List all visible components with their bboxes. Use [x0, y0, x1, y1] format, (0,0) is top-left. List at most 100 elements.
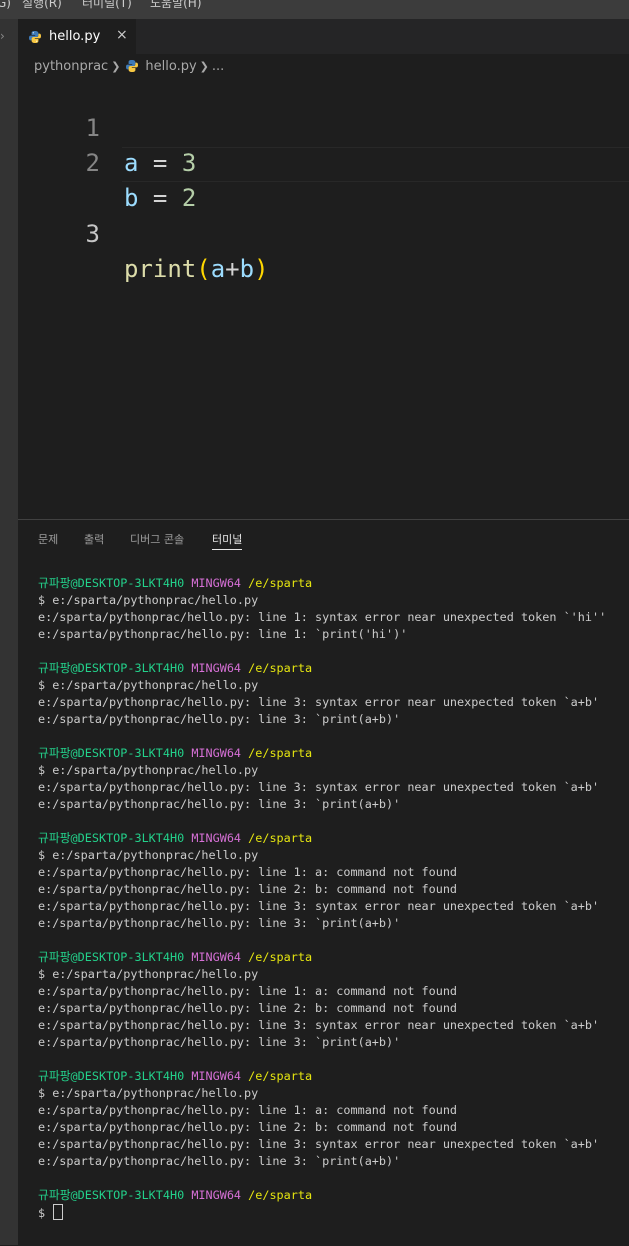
- prompt-user: 규파팡@DESKTOP-3LKT4H0: [38, 1188, 185, 1202]
- prompt-system: MINGW64: [191, 661, 242, 675]
- menu-item-go[interactable]: G): [0, 0, 11, 9]
- terminal-command: $ e:/sparta/pythonprac/hello.py: [38, 593, 259, 607]
- prompt-path: /e/sparta: [248, 746, 313, 760]
- code-line-2[interactable]: 2 b = 2: [18, 111, 629, 212]
- python-icon: [126, 60, 139, 72]
- breadcrumb: pythonprac ❯ hello.py ❯ ...: [34, 56, 224, 76]
- terminal-output-line: e:/sparta/pythonprac/hello.py: line 3: s…: [38, 899, 600, 913]
- breadcrumb-file[interactable]: hello.py: [145, 59, 196, 74]
- terminal-output-line: e:/sparta/pythonprac/hello.py: line 1: s…: [38, 610, 607, 624]
- code-token-num: 2: [181, 184, 197, 212]
- prompt-path: /e/sparta: [248, 576, 313, 590]
- terminal-output-line: e:/sparta/pythonprac/hello.py: line 1: `…: [38, 627, 408, 641]
- tab-hello-py[interactable]: hello.py ×: [18, 19, 136, 54]
- menu-item-help[interactable]: 도움말(H): [150, 0, 202, 9]
- prompt-system: MINGW64: [191, 746, 242, 760]
- prompt-user: 규파팡@DESKTOP-3LKT4H0: [38, 661, 185, 675]
- terminal-prompt: 규파팡@DESKTOP-3LKT4H0 MINGW64 /e/sparta: [38, 660, 628, 677]
- terminal-output-line: e:/sparta/pythonprac/hello.py: line 3: s…: [38, 695, 600, 709]
- terminal-output-line: e:/sparta/pythonprac/hello.py: line 3: s…: [38, 780, 600, 794]
- terminal-input-prompt: $: [38, 1206, 53, 1220]
- code-token-paren: (: [196, 255, 211, 283]
- terminal-prompt: 규파팡@DESKTOP-3LKT4H0 MINGW64 /e/sparta: [38, 830, 628, 847]
- code-line-3[interactable]: 3 print(a+b): [18, 147, 629, 283]
- prompt-system: MINGW64: [191, 950, 242, 964]
- chevron-right-icon: ❯: [111, 59, 121, 73]
- terminal-prompt: 규파팡@DESKTOP-3LKT4H0 MINGW64 /e/sparta: [38, 575, 628, 592]
- prompt-system: MINGW64: [191, 1069, 242, 1083]
- code-token-var: a: [210, 255, 226, 283]
- terminal-output-line: e:/sparta/pythonprac/hello.py: line 3: `…: [38, 712, 401, 726]
- terminal-output-line: e:/sparta/pythonprac/hello.py: line 3: `…: [38, 797, 401, 811]
- tab-label: hello.py: [49, 29, 101, 44]
- code-text: print(a+b): [124, 252, 269, 287]
- code-text: b = 2: [124, 181, 196, 216]
- terminal-prompt: 규파팡@DESKTOP-3LKT4H0 MINGW64 /e/sparta: [38, 1187, 628, 1204]
- terminal-cursor: [53, 1204, 64, 1220]
- terminal-output-line: e:/sparta/pythonprac/hello.py: line 1: a…: [38, 984, 458, 998]
- terminal-output-line: e:/sparta/pythonprac/hello.py: line 1: a…: [38, 865, 458, 879]
- code-token-fn: print: [124, 255, 197, 283]
- terminal-output-line: e:/sparta/pythonprac/hello.py: line 3: `…: [38, 1154, 401, 1168]
- prompt-user: 규파팡@DESKTOP-3LKT4H0: [38, 1069, 185, 1083]
- tab-terminal-label: 터미널: [212, 533, 243, 546]
- prompt-path: /e/sparta: [248, 1188, 313, 1202]
- prompt-user: 규파팡@DESKTOP-3LKT4H0: [38, 746, 185, 760]
- terminal-output-line: e:/sparta/pythonprac/hello.py: line 3: s…: [38, 1018, 600, 1032]
- tab-output[interactable]: 출력: [84, 531, 104, 547]
- code-editor[interactable]: 1 a = 3 2 b = 2 3 print(a+b): [18, 76, 629, 520]
- close-icon[interactable]: ×: [116, 27, 128, 43]
- code-token-var: b: [239, 255, 255, 283]
- panel-tabs: 문제 출력 디버그 콘솔 터미널: [18, 520, 629, 556]
- prompt-system: MINGW64: [191, 576, 242, 590]
- terminal-output-line: e:/sparta/pythonprac/hello.py: line 3: s…: [38, 1137, 600, 1151]
- terminal-output-line: e:/sparta/pythonprac/hello.py: line 2: b…: [38, 1001, 458, 1015]
- prompt-user: 규파팡@DESKTOP-3LKT4H0: [38, 831, 185, 845]
- terminal-output-line: e:/sparta/pythonprac/hello.py: line 2: b…: [38, 882, 458, 896]
- chevron-right-icon: ❯: [199, 59, 209, 73]
- breadcrumb-folder[interactable]: pythonprac: [34, 59, 108, 74]
- terminal-command: $ e:/sparta/pythonprac/hello.py: [38, 1086, 259, 1100]
- code-token-op: =: [138, 184, 182, 212]
- terminal-command: $ e:/sparta/pythonprac/hello.py: [38, 967, 259, 981]
- active-tab-indicator: [212, 549, 243, 550]
- terminal-prompt: 규파팡@DESKTOP-3LKT4H0 MINGW64 /e/sparta: [38, 745, 628, 762]
- prompt-system: MINGW64: [191, 1188, 242, 1202]
- python-icon: [29, 30, 41, 43]
- prompt-system: MINGW64: [191, 831, 242, 845]
- current-line-highlight: [122, 147, 629, 182]
- terminal-output-line: e:/sparta/pythonprac/hello.py: line 3: `…: [38, 1035, 401, 1049]
- tab-debug-console[interactable]: 디버그 콘솔: [130, 531, 184, 547]
- prompt-path: /e/sparta: [248, 661, 313, 675]
- prompt-path: /e/sparta: [248, 831, 313, 845]
- tab-problems[interactable]: 문제: [38, 531, 58, 547]
- terminal-command: $ e:/sparta/pythonprac/hello.py: [38, 848, 259, 862]
- code-line-1[interactable]: 1 a = 3: [18, 76, 629, 177]
- terminal-prompt: 규파팡@DESKTOP-3LKT4H0 MINGW64 /e/sparta: [38, 1068, 628, 1085]
- terminal-command: $ e:/sparta/pythonprac/hello.py: [38, 763, 259, 777]
- line-number: 3: [85, 220, 100, 248]
- code-token-paren: ): [254, 255, 269, 283]
- menu-item-run[interactable]: 실행(R): [22, 0, 62, 9]
- prompt-user: 규파팡@DESKTOP-3LKT4H0: [38, 950, 185, 964]
- menu-item-terminal[interactable]: 터미널(T): [82, 0, 132, 9]
- terminal-prompt: 규파팡@DESKTOP-3LKT4H0 MINGW64 /e/sparta: [38, 949, 628, 966]
- chevron-right-icon[interactable]: ›: [0, 29, 5, 43]
- bottom-panel: 문제 출력 디버그 콘솔 터미널 규파팡@DESKTOP-3LKT4H0 MIN…: [18, 519, 629, 1246]
- prompt-path: /e/sparta: [248, 1069, 313, 1083]
- terminal-output-line: e:/sparta/pythonprac/hello.py: line 3: `…: [38, 916, 401, 930]
- terminal-output-line: e:/sparta/pythonprac/hello.py: line 1: a…: [38, 1103, 458, 1117]
- terminal[interactable]: 규파팡@DESKTOP-3LKT4H0 MINGW64 /e/sparta $ e…: [38, 575, 628, 1221]
- breadcrumb-more[interactable]: ...: [212, 59, 224, 74]
- menu-bar: G) 실행(R) 터미널(T) 도움말(H): [0, 0, 629, 19]
- code-token-var: b: [124, 184, 139, 212]
- tab-terminal[interactable]: 터미널: [212, 531, 243, 550]
- terminal-output-line: e:/sparta/pythonprac/hello.py: line 2: b…: [38, 1120, 458, 1134]
- code-token-op: +: [225, 255, 240, 283]
